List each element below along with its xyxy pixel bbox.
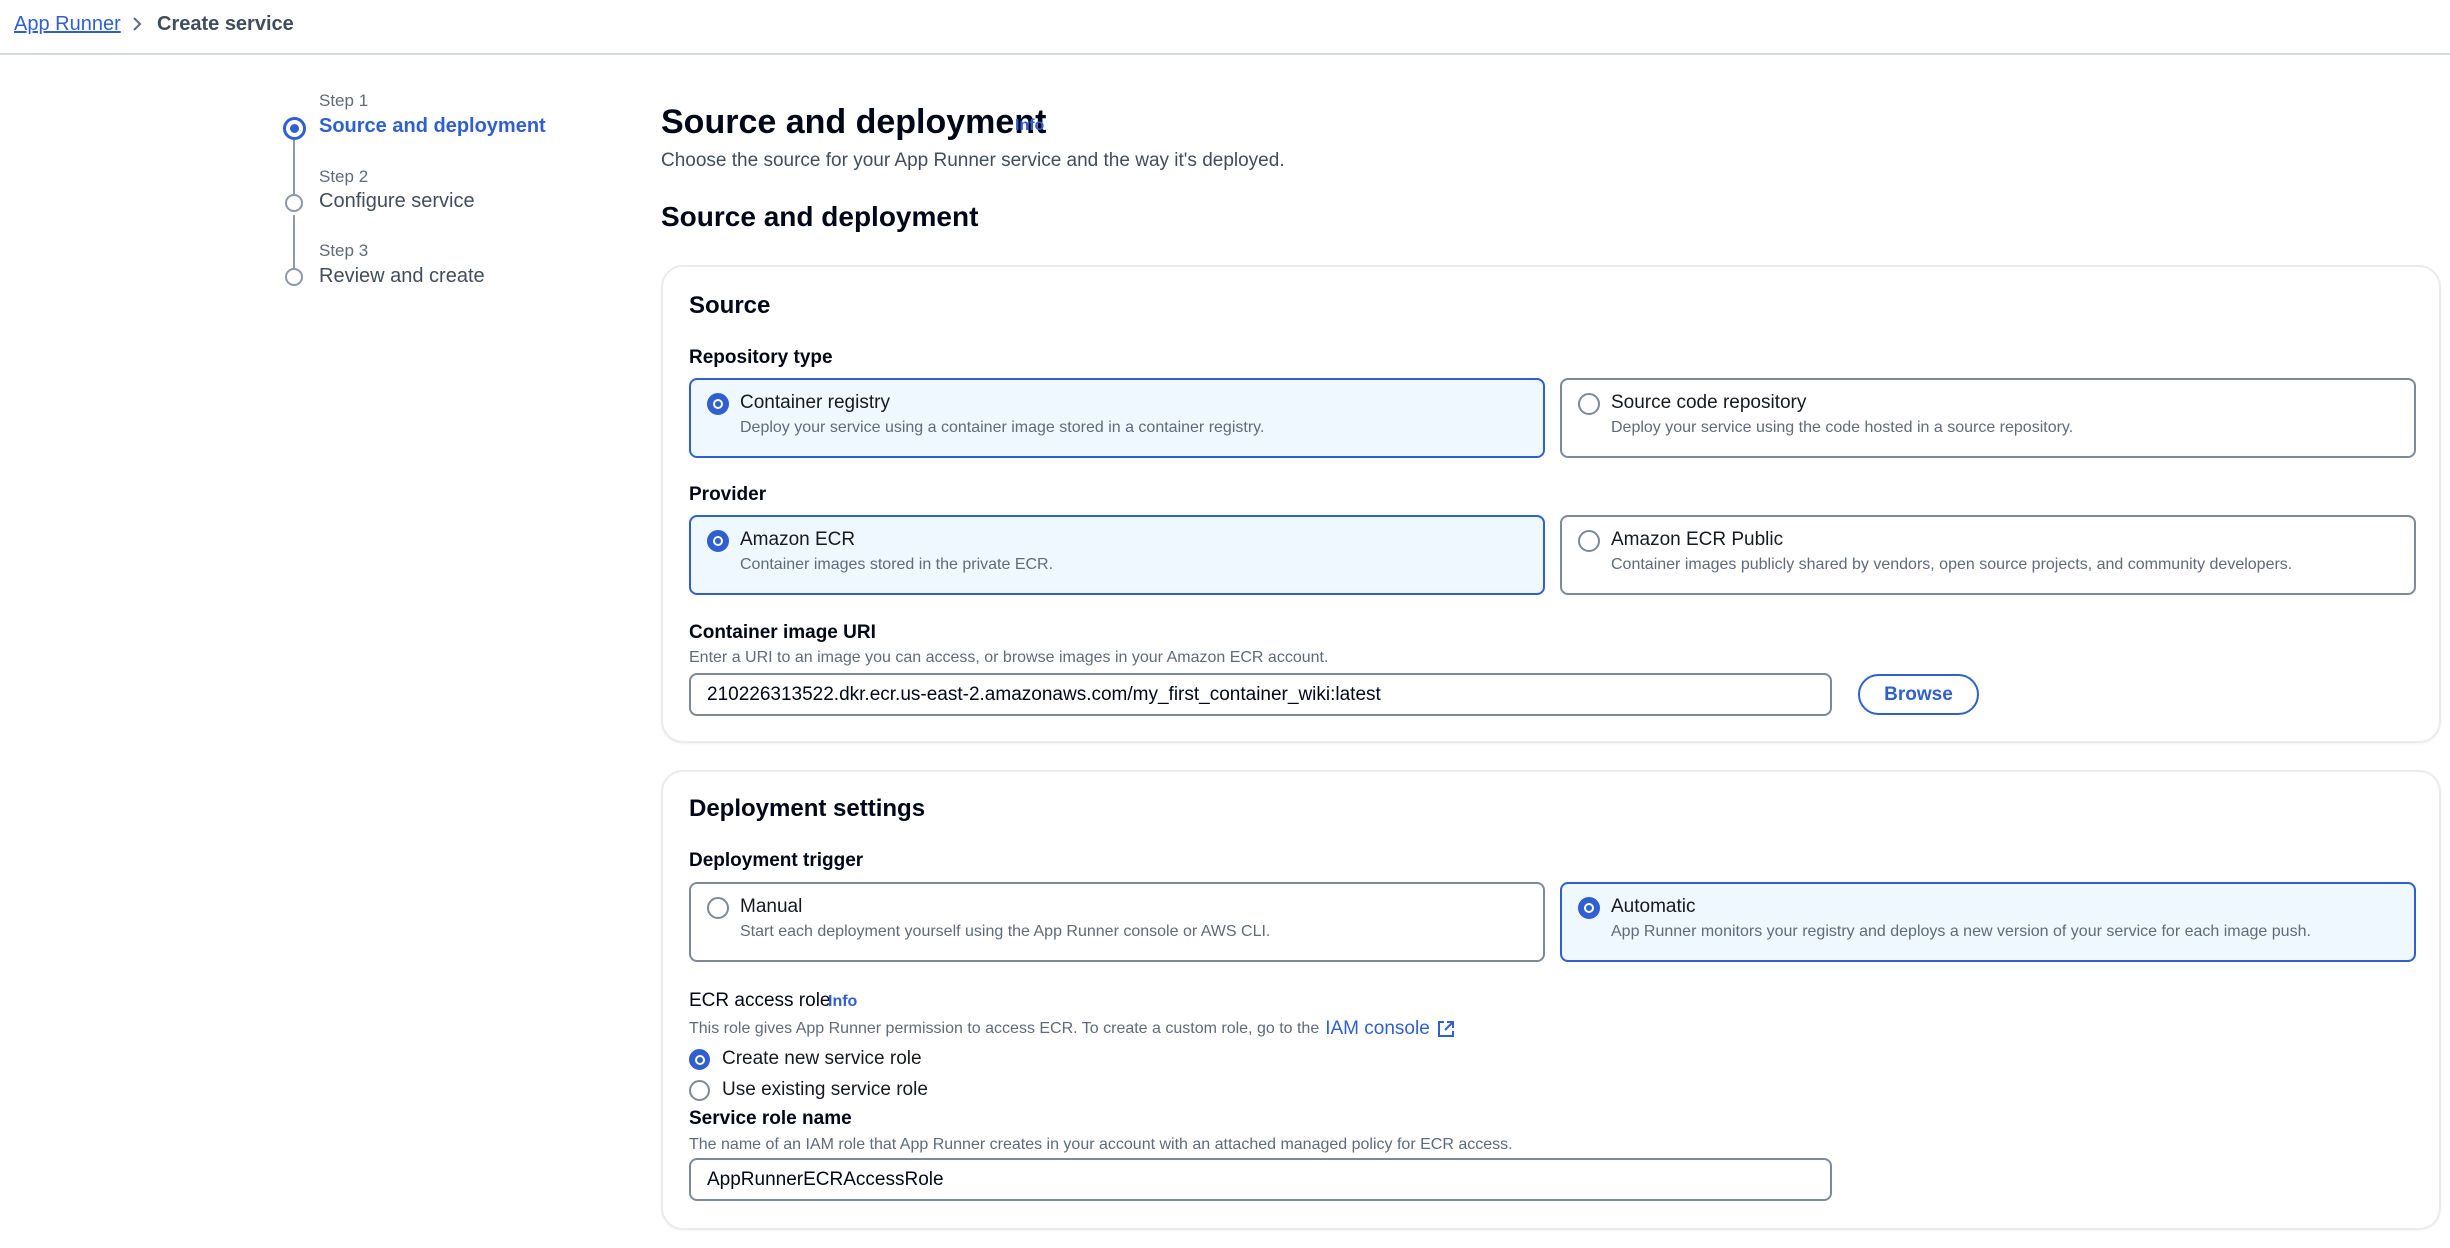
radio-icon [1578, 393, 1600, 415]
provider-amazon-ecr[interactable]: Amazon ECR Container images stored in th… [689, 515, 1545, 595]
radio-icon [707, 897, 729, 919]
breadcrumb: App Runner Create service [0, 0, 2450, 55]
service-role-name-input[interactable]: AppRunnerECRAccessRole [689, 1158, 1832, 1201]
tile-title: Amazon ECR Public [1611, 529, 1784, 550]
step-2-number: Step 2 [319, 167, 369, 186]
ecr-access-role-label: ECR access role [689, 990, 831, 1011]
ecr-access-role-info-link[interactable]: Info [828, 993, 857, 1011]
page-description: Choose the source for your App Runner se… [661, 150, 1285, 171]
trigger-automatic[interactable]: Automatic App Runner monitors your regis… [1560, 882, 2416, 962]
service-role-name-label: Service role name [689, 1108, 852, 1129]
tile-description: Start each deployment yourself using the… [740, 923, 1271, 940]
tile-description: Container images publicly shared by vend… [1611, 556, 2293, 573]
container-image-uri-input[interactable]: 210226313522.dkr.ecr.us-east-2.amazonaws… [689, 673, 1832, 716]
iam-console-link[interactable]: IAM console [1325, 1018, 1430, 1040]
tile-title: Container registry [740, 392, 890, 413]
radio-use-existing-service-role[interactable]: Use existing service role [689, 1079, 928, 1101]
ecr-access-role-description: This role gives App Runner permission to… [689, 1020, 1320, 1037]
deployment-settings-title: Deployment settings [689, 795, 926, 822]
step-3-label: Review and create [319, 265, 485, 287]
tile-title: Automatic [1611, 896, 1696, 917]
radio-icon [707, 393, 729, 415]
repo-type-source-code[interactable]: Source code repository Deploy your servi… [1560, 378, 2416, 458]
external-link-icon[interactable] [1436, 1019, 1456, 1039]
radio-icon [1578, 530, 1600, 552]
chevron-right-icon [133, 17, 142, 31]
step-connector [293, 140, 295, 200]
source-container: Source Repository type Container registr… [661, 265, 2441, 743]
container-image-uri-description: Enter a URI to an image you can access, … [689, 649, 1329, 666]
tile-title: Manual [740, 896, 803, 917]
step-2-indicator [285, 194, 303, 212]
radio-icon [689, 1079, 710, 1101]
tile-description: Deploy your service using a container im… [740, 419, 1265, 436]
step-1-number: Step 1 [319, 91, 369, 110]
tile-description: Container images stored in the private E… [740, 556, 1054, 573]
step-2-label: Configure service [319, 190, 475, 212]
step-3-indicator [285, 268, 303, 286]
provider-amazon-ecr-public[interactable]: Amazon ECR Public Container images publi… [1560, 515, 2416, 595]
step-3-number: Step 3 [319, 241, 369, 260]
tile-description: App Runner monitors your registry and de… [1611, 923, 2311, 940]
breadcrumb-current: Create service [157, 13, 294, 35]
section-heading: Source and deployment [661, 201, 979, 232]
trigger-manual[interactable]: Manual Start each deployment yourself us… [689, 882, 1545, 962]
service-role-name-description: The name of an IAM role that App Runner … [689, 1136, 1513, 1153]
radio-icon [689, 1048, 710, 1070]
ecr-access-role-description-row: This role gives App Runner permission to… [689, 1018, 1456, 1040]
deployment-settings-container: Deployment settings Deployment trigger M… [661, 770, 2441, 1230]
tile-title: Source code repository [1611, 392, 1807, 413]
source-title: Source [689, 292, 771, 319]
repository-type-label: Repository type [689, 347, 833, 368]
container-image-uri-label: Container image URI [689, 622, 876, 643]
radio-icon [1578, 897, 1600, 919]
page-title: Source and deployment [661, 103, 1047, 141]
tile-description: Deploy your service using the code hoste… [1611, 419, 2074, 436]
radio-create-new-service-role[interactable]: Create new service role [689, 1048, 922, 1070]
radio-label: Use existing service role [722, 1079, 928, 1100]
breadcrumb-app-runner-link[interactable]: App Runner [14, 13, 121, 36]
step-1-label[interactable]: Source and deployment [319, 115, 546, 138]
browse-button[interactable]: Browse [1858, 674, 1979, 715]
radio-icon [707, 530, 729, 552]
radio-label: Create new service role [722, 1048, 922, 1069]
repo-type-container-registry[interactable]: Container registry Deploy your service u… [689, 378, 1545, 458]
tile-title: Amazon ECR [740, 529, 856, 550]
step-1-indicator [283, 117, 306, 140]
deployment-trigger-label: Deployment trigger [689, 850, 864, 871]
step-connector [293, 215, 295, 273]
page-info-link[interactable]: Info [1015, 117, 1044, 135]
provider-label: Provider [689, 484, 767, 505]
